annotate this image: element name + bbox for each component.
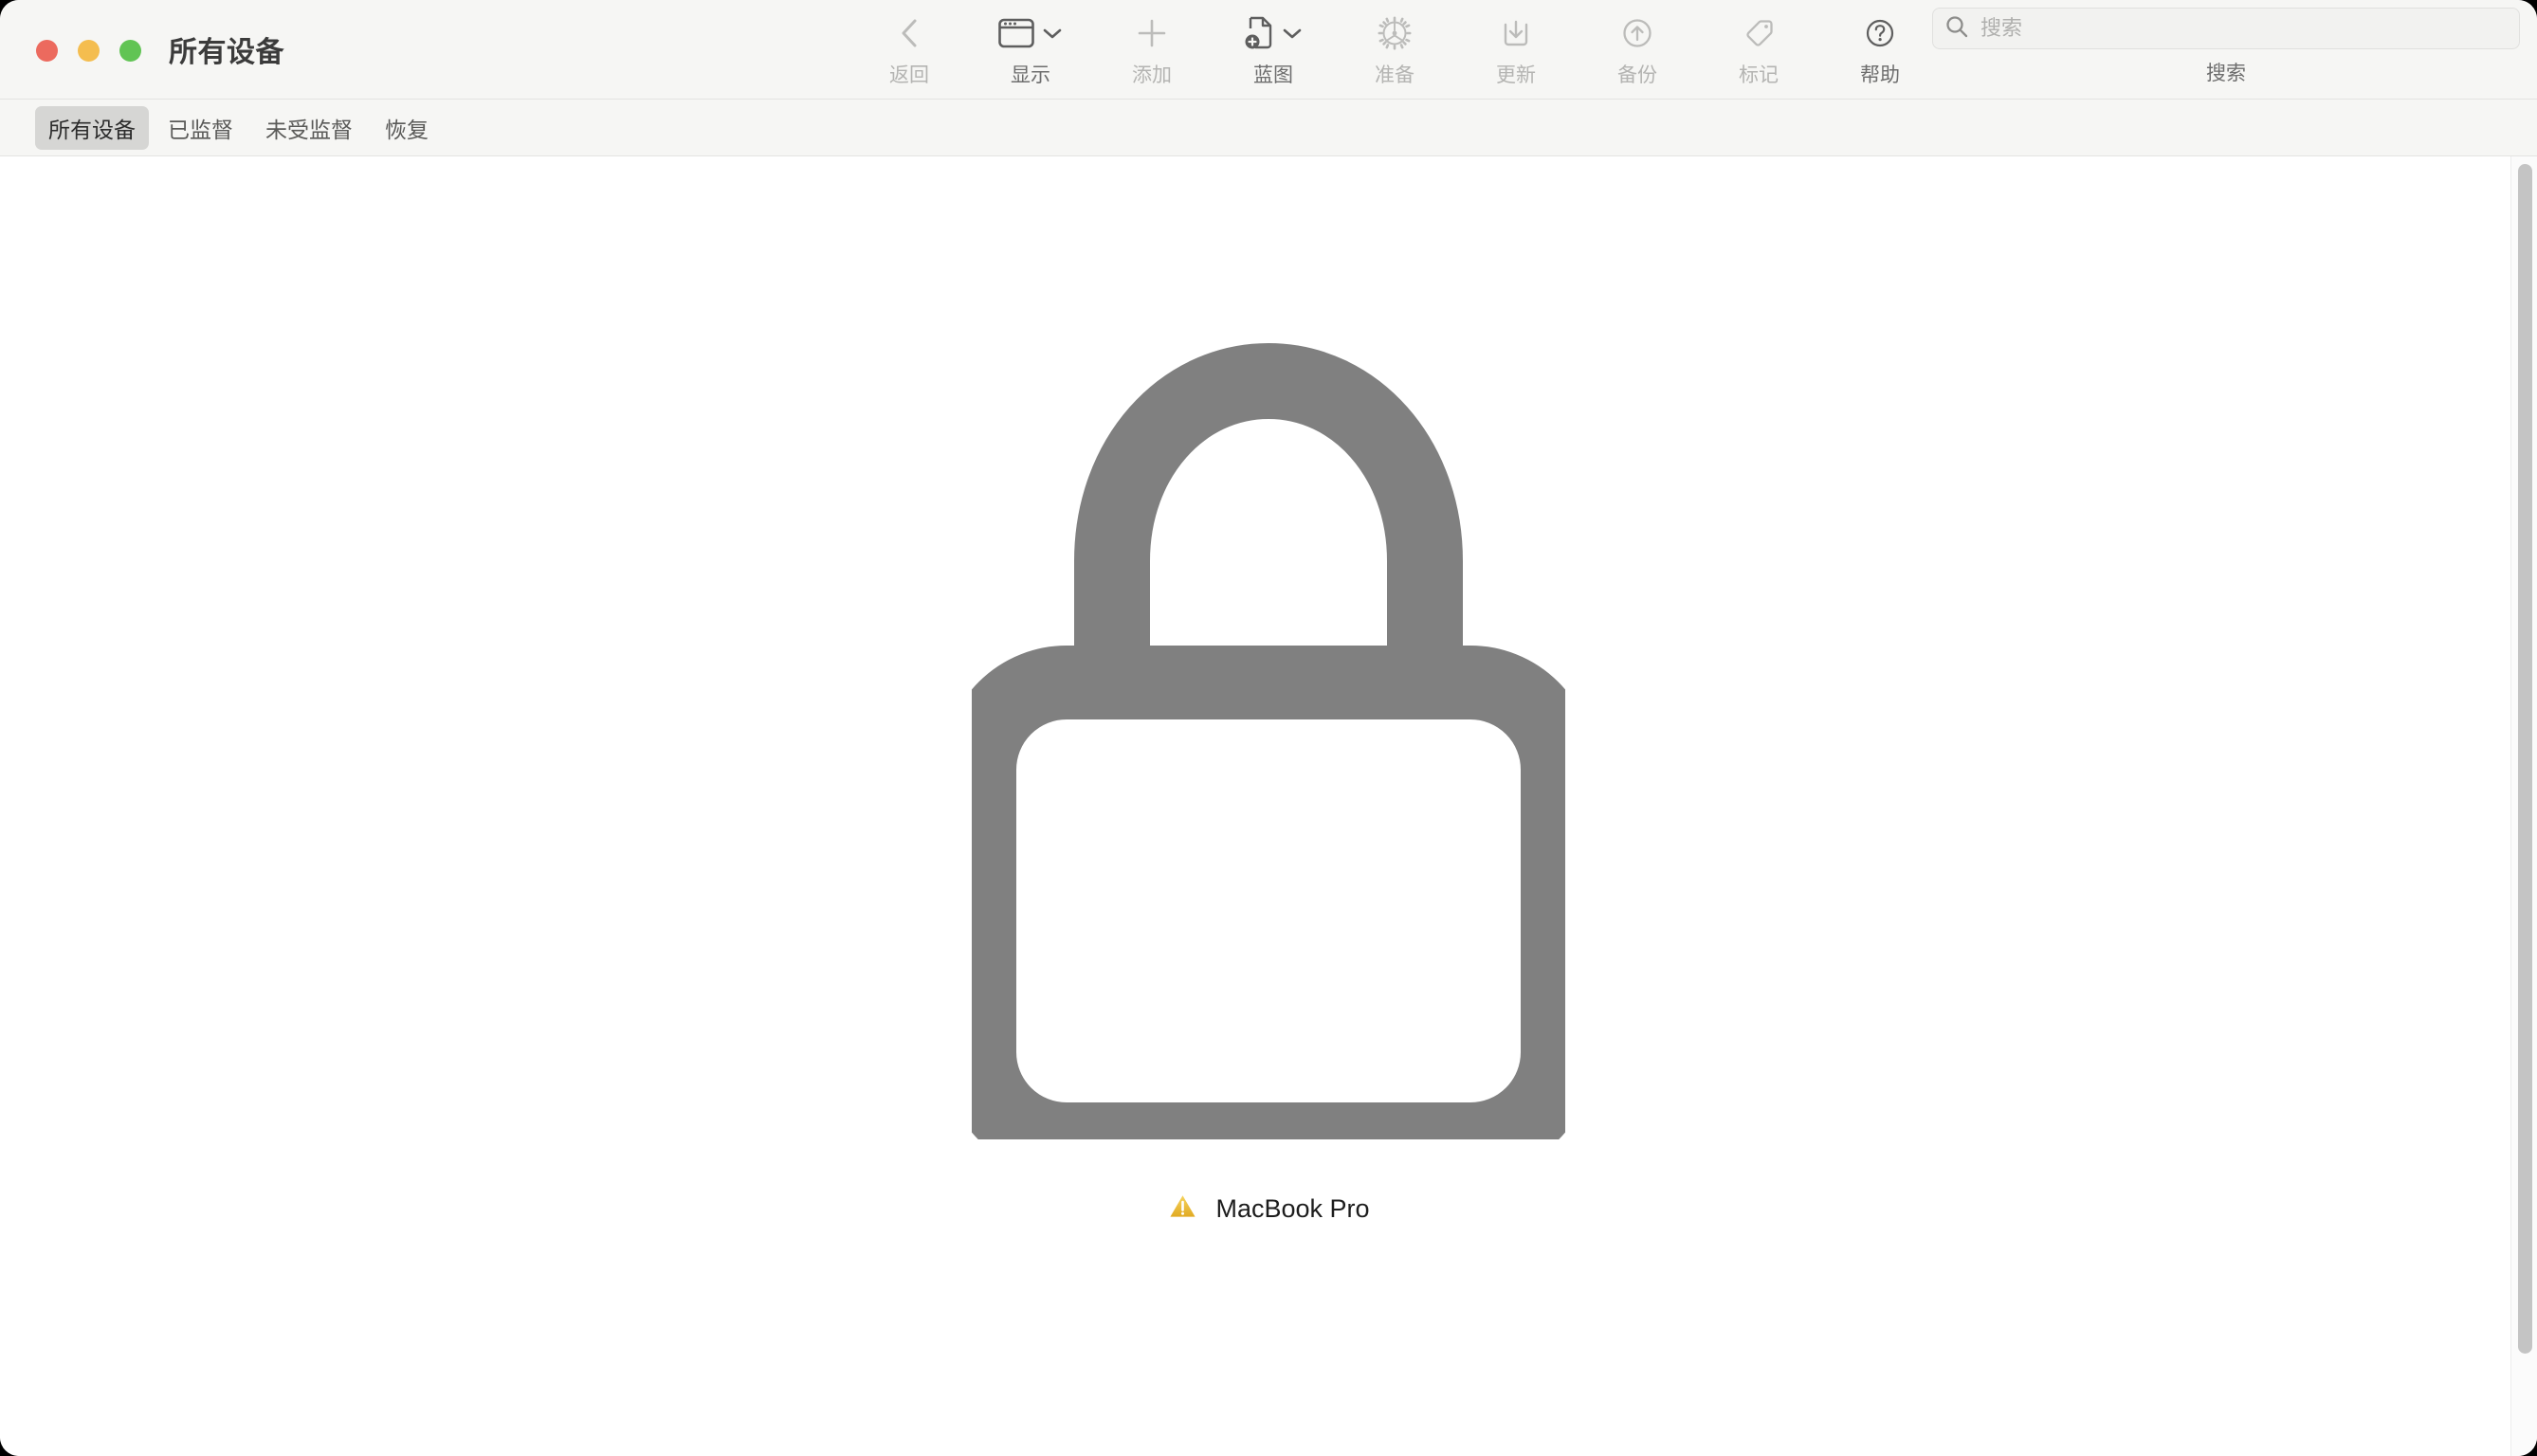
toolbar-label-display: 显示 [1011, 64, 1050, 86]
toolbar-label-back: 返回 [889, 64, 929, 86]
traffic-lights [36, 40, 141, 62]
search-area: 搜索 [1932, 8, 2520, 86]
device-item[interactable]: MacBook Pro [0, 156, 2537, 1456]
minimize-window-button[interactable] [78, 40, 100, 62]
toolbar-button-back[interactable]: 返回 [849, 8, 970, 88]
toolbar-label-prepare: 准备 [1375, 64, 1415, 86]
toolbar-label-backup: 备份 [1617, 64, 1657, 86]
toolbar-button-update[interactable]: 更新 [1455, 8, 1577, 88]
toolbar-label-update: 更新 [1496, 64, 1536, 86]
search-icon [1944, 14, 1969, 44]
toolbar-button-prepare[interactable]: 准备 [1334, 8, 1455, 88]
chevron-down-icon[interactable] [1042, 27, 1063, 40]
tab-recovery[interactable]: 恢复 [372, 106, 442, 150]
question-circle-icon [1864, 17, 1896, 49]
close-window-button[interactable] [36, 40, 58, 62]
toolbar-button-help[interactable]: 帮助 [1819, 8, 1941, 88]
tab-supervised[interactable]: 已监督 [155, 106, 246, 150]
vertical-scrollbar[interactable] [2510, 156, 2537, 1456]
toolbar-label-blueprint: 蓝图 [1253, 64, 1293, 86]
blueprint-icon [1244, 15, 1274, 51]
window-icon [998, 18, 1034, 48]
tab-unsupervised[interactable]: 未受监督 [252, 106, 366, 150]
maximize-window-button[interactable] [119, 40, 141, 62]
chevron-left-icon [897, 14, 922, 52]
toolbar-button-backup[interactable]: 备份 [1577, 8, 1698, 88]
toolbar-label-add: 添加 [1132, 64, 1172, 86]
toolbar-button-blueprint[interactable]: 蓝图 [1213, 8, 1334, 88]
scrollbar-thumb[interactable] [2518, 164, 2532, 1354]
gear-icon [1378, 16, 1412, 50]
toolbar-button-add[interactable]: 添加 [1091, 8, 1213, 88]
search-input[interactable] [1979, 15, 2508, 42]
chevron-down-icon[interactable] [1282, 27, 1303, 40]
toolbar-button-display[interactable]: 显示 [970, 8, 1091, 88]
lock-icon [942, 286, 1595, 1176]
device-label-row: MacBook Pro [1167, 1192, 1370, 1227]
device-grid: MacBook Pro [0, 156, 2537, 1456]
plus-icon [1136, 17, 1168, 49]
toolbar-items: 返回 显示 添加 蓝图 准备 更新 备份 标记 帮助 [849, 8, 1941, 88]
toolbar-label-tag: 标记 [1739, 64, 1779, 86]
device-name: MacBook Pro [1215, 1194, 1370, 1223]
toolbar: 所有设备 返回 显示 添加 蓝图 准备 更新 备份 标记 帮助 搜索 搜索 [0, 0, 2537, 100]
search-caption: 搜索 [2206, 63, 2246, 84]
search-field[interactable] [1932, 8, 2520, 49]
toolbar-button-tag[interactable]: 标记 [1698, 8, 1819, 88]
tag-icon [1742, 17, 1776, 49]
app-window: 所有设备 返回 显示 添加 蓝图 准备 更新 备份 标记 帮助 搜索 搜索 所有… [0, 0, 2537, 1456]
warning-triangle-icon [1167, 1192, 1198, 1227]
toolbar-label-help: 帮助 [1860, 64, 1900, 86]
filter-tabbar: 所有设备 已监督 未受监督 恢复 [0, 100, 2537, 156]
tab-all-devices[interactable]: 所有设备 [35, 105, 149, 150]
download-icon [1500, 17, 1532, 49]
upload-circle-icon [1621, 17, 1653, 49]
window-title: 所有设备 [169, 37, 284, 68]
